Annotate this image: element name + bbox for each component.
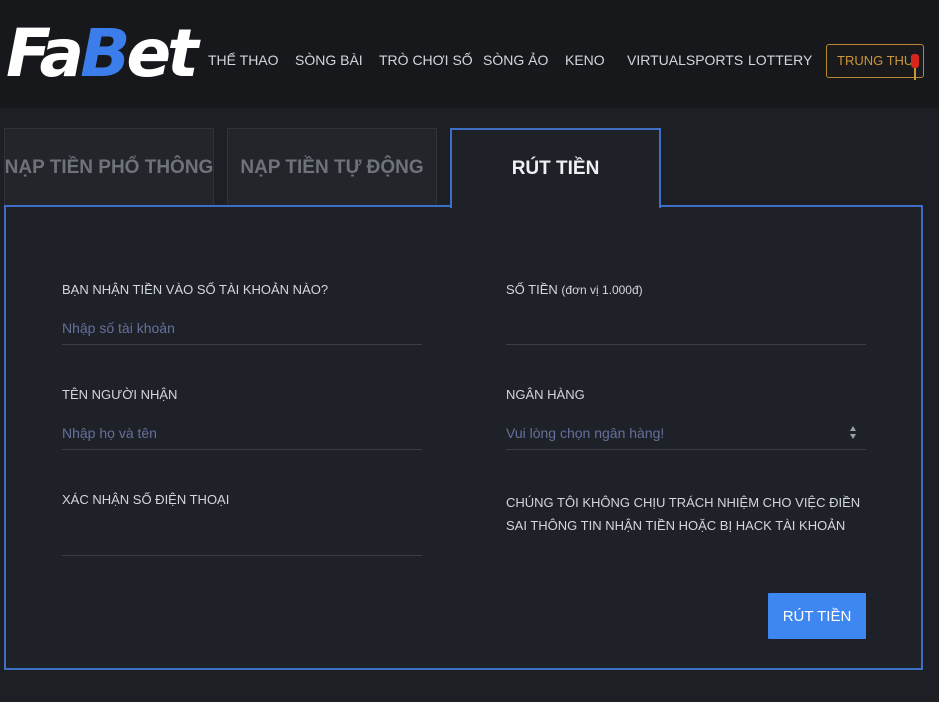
nav-item-tro-choi-so[interactable]: TRÒ CHƠI SỐ (379, 52, 473, 68)
tab-nap-tien-pho-thong[interactable]: NẠP TIỀN PHỔ THÔNG (4, 128, 214, 206)
nav-item-the-thao[interactable]: THỂ THAO (208, 52, 279, 68)
tab-label: NẠP TIỀN TỰ ĐỘNG (240, 156, 424, 178)
tab-label: NẠP TIỀN PHỔ THÔNG (4, 156, 214, 178)
nav-item-lottery[interactable]: LOTTERY (748, 52, 812, 68)
amount-label-text: SỐ TIỀN (506, 282, 558, 297)
tab-label: RÚT TIỀN (511, 158, 600, 179)
withdraw-form-panel: BẠN NHẬN TIỀN VÀO SỐ TÀI KHOẢN NÀO? TÊN … (4, 205, 923, 670)
tab-rut-tien[interactable]: RÚT TIỀN (450, 128, 661, 210)
nav-item-trung-thu[interactable]: TRUNG THU (826, 44, 924, 80)
account-number-input[interactable] (62, 311, 422, 345)
account-number-label: BẠN NHẬN TIỀN VÀO SỐ TÀI KHOẢN NÀO? (62, 282, 329, 297)
recipient-name-input[interactable] (62, 416, 422, 450)
amount-input[interactable] (506, 311, 866, 345)
disclaimer-notice: CHÚNG TÔI KHÔNG CHỊU TRÁCH NHIỆM CHO VIỆ… (506, 495, 861, 533)
amount-label: SỐ TIỀN (đơn vị 1.000đ) (506, 282, 643, 297)
recipient-name-label: TÊN NGƯỜI NHẬN (62, 387, 178, 402)
phone-confirm-label: XÁC NHẬN SỐ ĐIỆN THOẠI (62, 492, 230, 507)
select-arrows-icon (850, 424, 856, 440)
lantern-icon (911, 54, 919, 80)
phone-confirm-input[interactable] (62, 522, 422, 556)
withdraw-submit-button[interactable]: RÚT TIỀN (768, 593, 866, 639)
nav-item-song-ao[interactable]: SÒNG ẢO (483, 52, 548, 68)
tab-nap-tien-tu-dong[interactable]: NẠP TIỀN TỰ ĐỘNG (227, 128, 437, 206)
bank-label: NGÂN HÀNG (506, 387, 585, 402)
bank-select[interactable]: Vui lòng chọn ngân hàng! (506, 416, 866, 450)
main-nav: THỂ THAO SÒNG BÀI TRÒ CHƠI SỐ SÒNG ẢO KE… (0, 0, 939, 108)
amount-unit-text: (đơn vị 1.000đ) (561, 283, 643, 297)
bank-select-value: Vui lòng chọn ngân hàng! (506, 425, 665, 441)
top-header: FaBet THỂ THAO SÒNG BÀI TRÒ CHƠI SỐ SÒNG… (0, 0, 939, 108)
nav-item-song-bai[interactable]: SÒNG BÀI (295, 52, 363, 68)
nav-item-keno[interactable]: KENO (565, 52, 605, 68)
trung-thu-label: TRUNG THU (837, 53, 914, 68)
nav-item-virtualsports[interactable]: VIRTUALSPORTS (627, 52, 743, 68)
